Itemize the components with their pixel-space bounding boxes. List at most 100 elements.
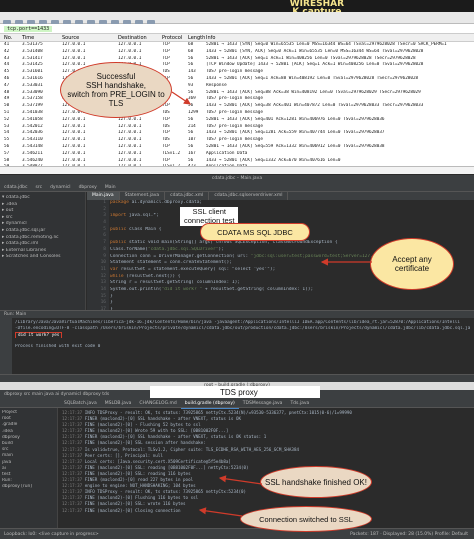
tree-item[interactable]: ▸ dynamicl [2, 221, 83, 228]
col-source[interactable]: Source [62, 34, 79, 42]
callout-accept-cert: Accept any certificate [370, 238, 454, 290]
code-keyword: public [110, 226, 127, 232]
console-timestamp: 12:17:37 [62, 477, 85, 483]
packet-info: TDS7 pre-login message [206, 69, 263, 75]
console-timestamp: 12:17:37 [62, 416, 85, 422]
packet-destination: 127.0.0.1 [118, 150, 142, 156]
packet-row[interactable]: 57 3.546211 127.0.0.1 127.0.0.1 TLSv1.2 167 Ap… [0, 151, 474, 158]
packet-list: 41 3.531375 127.0.0.1 127.0.0.1 TCP 68 52801 →… [0, 42, 474, 174]
tree-item[interactable]: ▸ Scratches and Consoles [2, 254, 83, 261]
display-filter-input[interactable]: tcp.port==1433 [4, 26, 53, 32]
editor-tab[interactable]: SQLBatch.java [60, 399, 101, 408]
col-destination[interactable]: Destination [118, 34, 147, 42]
packet-length: 369 [188, 96, 196, 102]
col-no[interactable]: No. [4, 34, 12, 42]
breadcrumb-item[interactable]: dynamicl [46, 183, 75, 192]
tree-item[interactable]: ▾ cdata.jdbc [2, 195, 83, 202]
col-protocol[interactable]: Protocol [162, 34, 182, 42]
editor-tab[interactable]: Main.java [87, 192, 120, 200]
console-timestamp: 12:17:37 [62, 446, 85, 452]
breadcrumb-item[interactable]: Main [101, 183, 120, 192]
line-number: 1 [103, 200, 106, 205]
packet-length: 56 [188, 75, 194, 81]
packet-info: TDS7 pre-login message [206, 109, 263, 115]
packet-source: 127.0.0.1 [62, 42, 86, 47]
editor-tabs: Main.java Statement.java cdata.jdbc.xml cda… [87, 192, 474, 200]
editor-tab[interactable]: Tds.java [286, 399, 313, 408]
packet-row[interactable]: 41 3.531375 127.0.0.1 127.0.0.1 TCP 68 52801 →… [0, 42, 474, 49]
packet-length: 56 [188, 103, 194, 109]
console-timestamp: 12:17:37 [62, 507, 85, 513]
editor-tab[interactable]: cdata.jdbc.xml [165, 192, 210, 200]
run-tab[interactable]: Run: Main [0, 310, 474, 318]
console-timestamp: 12:17:37 [62, 434, 85, 440]
packet-length: 56 [188, 116, 194, 122]
packet-no: 42 [4, 48, 10, 54]
packet-row[interactable]: 53 3.542012 127.0.0.1 127.0.0.1 TDS 214 TDS7 p… [0, 124, 474, 131]
packet-no: 56 [4, 143, 10, 149]
line-number: 14 [100, 286, 106, 292]
packet-row[interactable]: 54 3.542036 127.0.0.1 127.0.0.1 TCP 56 1433 → … [0, 130, 474, 137]
packet-no: 58 [4, 157, 10, 163]
editor-tab[interactable]: cdata.jdbc.sqlserverdriver.xml [209, 192, 289, 200]
capture-status: Loopback: lo0: <live capture in progress… [4, 532, 99, 537]
callout-jdbc-text: CDATA MS SQL JDBC [217, 227, 293, 237]
packet-row[interactable]: 56 3.543148 127.0.0.1 127.0.0.1 TCP 56 52801 →… [0, 144, 474, 151]
packet-row[interactable]: 443.531425127.0.0.1127.0.0.1TCP56[TCP Wi… [0, 62, 474, 69]
tree-item[interactable]: ▸ src [2, 215, 83, 222]
line-number: 11 [100, 266, 106, 272]
tree-item[interactable]: ▸ cdata.jdbc.sql.jar [2, 228, 83, 235]
packet-time: 3.542012 [22, 123, 43, 129]
packet-row[interactable]: 43 3.531417 127.0.0.1 127.0.0.1 TCP 56 52801 →… [0, 56, 474, 63]
intellij-dbproxy-window: root – build.gradle (:dbproxy) dbproxy s… [0, 382, 474, 539]
packet-row[interactable]: 52 3.541058 127.0.0.1 127.0.0.1 TCP 56 52801 →… [0, 117, 474, 124]
code-keyword: public [110, 240, 127, 246]
packet-time: 3.537199 [22, 103, 43, 109]
editor-tab[interactable]: Statement.java [120, 192, 166, 200]
packet-no: 49 [4, 96, 10, 102]
console-timestamp: 12:17:37 [62, 489, 85, 495]
console-timestamp: 12:17:37 [62, 495, 85, 501]
packet-info: 1433 → 52801 [ACK] Seq=1281 Ack=559 Win=… [206, 130, 385, 136]
editor-tab[interactable]: TDSMessage.java [239, 399, 287, 408]
packet-protocol: TCP [162, 55, 170, 61]
callout-handshake: Successful SSH handshake, switch from PR… [60, 62, 172, 118]
editor-tab[interactable]: CHANGELOG.md [135, 399, 180, 408]
tree-item[interactable]: ▸ out [2, 208, 83, 215]
display-filter-bar[interactable]: tcp.port==1433 [0, 24, 474, 34]
line-number: 10 [100, 260, 106, 266]
packet-info: TDS7 pre-login message [206, 123, 263, 129]
packet-time: 3.531375 [22, 42, 43, 47]
breadcrumb-item[interactable]: src [31, 183, 46, 192]
packet-protocol: TCP [162, 42, 170, 47]
packet-row[interactable]: 55 3.543110 127.0.0.1 127.0.0.1 TDS 107 TDS7 p… [0, 137, 474, 144]
packet-no: 52 [4, 116, 10, 122]
callout-tds-proxy: TDS proxy [220, 388, 258, 397]
col-length[interactable]: Length [188, 34, 205, 42]
packet-time: 3.531601 [22, 69, 43, 75]
line-gutter: 1234567891011121314151617 [87, 200, 109, 312]
packet-source: 127.0.0.1 [62, 116, 86, 122]
line-number: 13 [100, 280, 106, 286]
breadcrumb-item[interactable]: dbproxy [75, 183, 101, 192]
run-console: /Library/Java/JavaVirtualMachines/liberi… [12, 318, 474, 374]
breadcrumb-item[interactable]: cdata.jdbc [0, 183, 31, 192]
packet-source: 127.0.0.1 [62, 130, 86, 136]
packet-info: 52801 → 1433 [ACK] Seq=401 Ack=1281 Win=… [206, 116, 385, 122]
tree-item[interactable]: dbproxy [run] [2, 484, 55, 490]
col-info[interactable]: Info [206, 34, 215, 42]
packet-source: 127.0.0.1 [62, 157, 86, 163]
packet-protocol: TCP [162, 157, 170, 163]
packet-row[interactable]: 42 3.531408 127.0.0.1 127.0.0.1 TCP 68 1433 → … [0, 49, 474, 56]
line-number: 8 [103, 246, 106, 252]
col-time[interactable]: Time [22, 34, 34, 42]
tree-item[interactable]: ▸ cdata.jdbc.iml [2, 241, 83, 248]
tree-item[interactable]: ▸ .idea [2, 202, 83, 209]
packet-row[interactable]: 513.541038127.0.0.1127.0.0.1TDS1299TDS7 … [0, 110, 474, 117]
packet-length: 56 [188, 143, 194, 149]
packet-info: TDS7 pre-login message [206, 137, 263, 143]
tree-item[interactable]: ▸ cdata.jdbc.remoting.lic [2, 235, 83, 242]
tree-item[interactable]: ▸ External Libraries [2, 248, 83, 255]
editor-tab[interactable]: MSLDB.java [101, 399, 136, 408]
packet-row[interactable]: 58 3.546240 127.0.0.1 127.0.0.1 TCP 56 1433 → … [0, 158, 474, 165]
